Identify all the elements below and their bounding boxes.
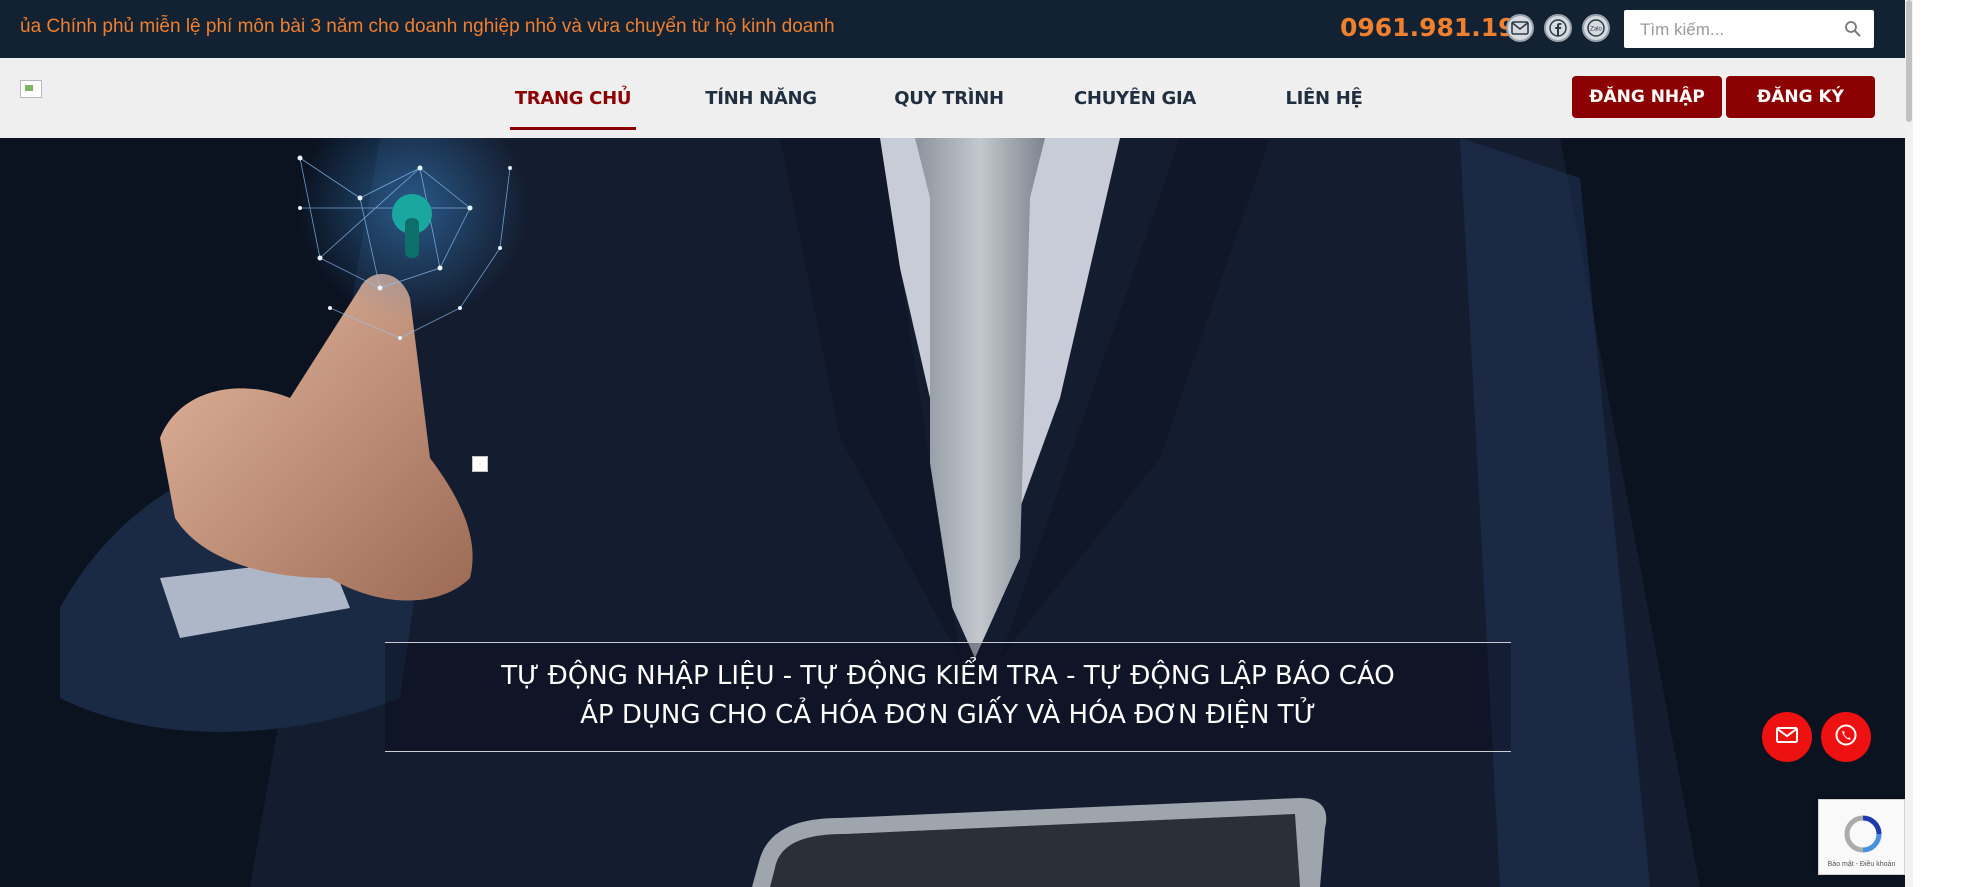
facebook-icon[interactable] — [1544, 14, 1572, 42]
recaptcha-badge[interactable]: Bảo mật - Điều khoản — [1818, 799, 1905, 875]
search-icon[interactable] — [1844, 20, 1862, 43]
floating-phone-button[interactable] — [1821, 712, 1871, 762]
nav-item-contact[interactable]: LIÊN HỆ — [1270, 58, 1378, 138]
hero-tagline-box: TỰ ĐỘNG NHẬP LIỆU - TỰ ĐỘNG KIỂM TRA - T… — [385, 642, 1511, 752]
nav-item-features[interactable]: TÍNH NĂNG — [696, 58, 826, 138]
hotline-number[interactable]: 0961.981.199 — [1340, 13, 1533, 42]
login-button[interactable]: ĐĂNG NHẬP — [1572, 76, 1722, 118]
zalo-icon-label: Zalo — [1590, 27, 1602, 33]
recaptcha-logo-icon — [1844, 815, 1882, 853]
nav-item-process[interactable]: QUY TRÌNH — [886, 58, 1012, 138]
hero-background-image — [60, 138, 1700, 887]
news-ticker[interactable]: ủa Chính phủ miễn lệ phí môn bài 3 năm c… — [20, 16, 835, 38]
nav-item-experts[interactable]: CHUYÊN GIA — [1072, 58, 1198, 138]
hero-tagline-line1: TỰ ĐỘNG NHẬP LIỆU - TỰ ĐỘNG KIỂM TRA - T… — [501, 661, 1395, 691]
hero-tagline-line2: ÁP DỤNG CHO CẢ HÓA ĐƠN GIẤY VÀ HÓA ĐƠN Đ… — [580, 700, 1316, 730]
mail-icon[interactable] — [1506, 14, 1534, 42]
site-logo[interactable] — [20, 80, 42, 98]
page: ủa Chính phủ miễn lệ phí môn bài 3 năm c… — [0, 0, 1905, 887]
main-navbar: TRANG CHỦ TÍNH NĂNG QUY TRÌNH CHUYÊN GIA… — [0, 58, 1905, 138]
hero-banner: TỰ ĐỘNG NHẬP LIỆU - TỰ ĐỘNG KIỂM TRA - T… — [0, 138, 1905, 887]
scrollbar-thumb[interactable] — [1906, 0, 1912, 122]
top-bar: ủa Chính phủ miễn lệ phí môn bài 3 năm c… — [0, 0, 1905, 58]
phone-icon — [1834, 723, 1858, 752]
floating-mail-button[interactable] — [1762, 712, 1812, 762]
search-input[interactable] — [1638, 10, 1842, 50]
register-button[interactable]: ĐĂNG KÝ — [1726, 76, 1875, 118]
nav-item-home[interactable]: TRANG CHỦ — [510, 58, 636, 138]
recaptcha-footer[interactable]: Bảo mật - Điều khoản — [1819, 861, 1904, 868]
page-scrollbar[interactable] — [1905, 0, 1913, 887]
mail-icon — [1776, 726, 1798, 748]
zalo-icon[interactable]: Zalo — [1582, 14, 1610, 42]
broken-image-placeholder — [472, 456, 488, 472]
search-box — [1624, 10, 1874, 50]
